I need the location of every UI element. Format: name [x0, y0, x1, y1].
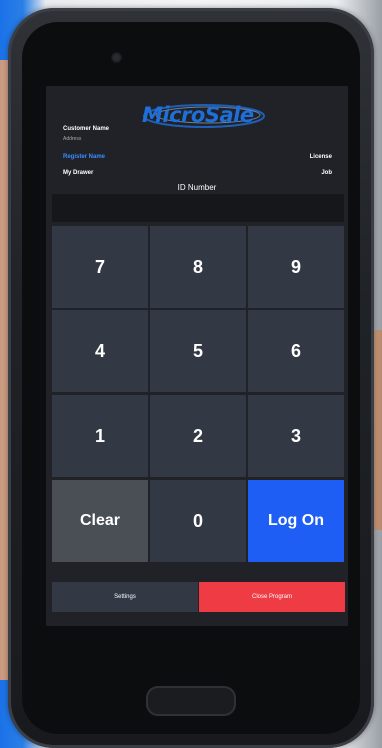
- logo-text: MicroSale: [142, 103, 254, 127]
- keypad-key-4[interactable]: 4: [52, 310, 148, 392]
- job-label: Job: [321, 170, 332, 176]
- license-label: License: [309, 154, 332, 160]
- keypad-key-8[interactable]: 8: [150, 226, 246, 308]
- log-on-button[interactable]: Log On: [248, 480, 344, 562]
- keypad-key-6[interactable]: 6: [248, 310, 344, 392]
- keypad-key-5[interactable]: 5: [150, 310, 246, 392]
- id-number-input[interactable]: [52, 194, 344, 222]
- keypad-key-0[interactable]: 0: [150, 480, 246, 562]
- keypad-key-1[interactable]: 1: [52, 395, 148, 477]
- microsale-logo: MicroSale: [138, 100, 266, 128]
- customer-address: Address: [63, 136, 82, 142]
- close-program-button[interactable]: Close Program: [199, 582, 345, 612]
- keypad-key-2[interactable]: 2: [150, 395, 246, 477]
- id-number-label: ID Number: [177, 183, 217, 192]
- register-name: Register Name: [63, 154, 106, 160]
- camera-icon: [111, 52, 122, 63]
- keypad-key-7[interactable]: 7: [52, 226, 148, 308]
- keypad-key-9[interactable]: 9: [248, 226, 344, 308]
- my-drawer-label: My Drawer: [63, 170, 94, 176]
- keypad-key-3[interactable]: 3: [248, 395, 344, 477]
- app-screen: MicroSale Customer Name Address Register…: [46, 86, 348, 626]
- clear-button[interactable]: Clear: [52, 480, 148, 562]
- settings-button[interactable]: Settings: [52, 582, 198, 612]
- hardware-home-button[interactable]: [146, 686, 236, 716]
- customer-name: Customer Name: [63, 126, 110, 132]
